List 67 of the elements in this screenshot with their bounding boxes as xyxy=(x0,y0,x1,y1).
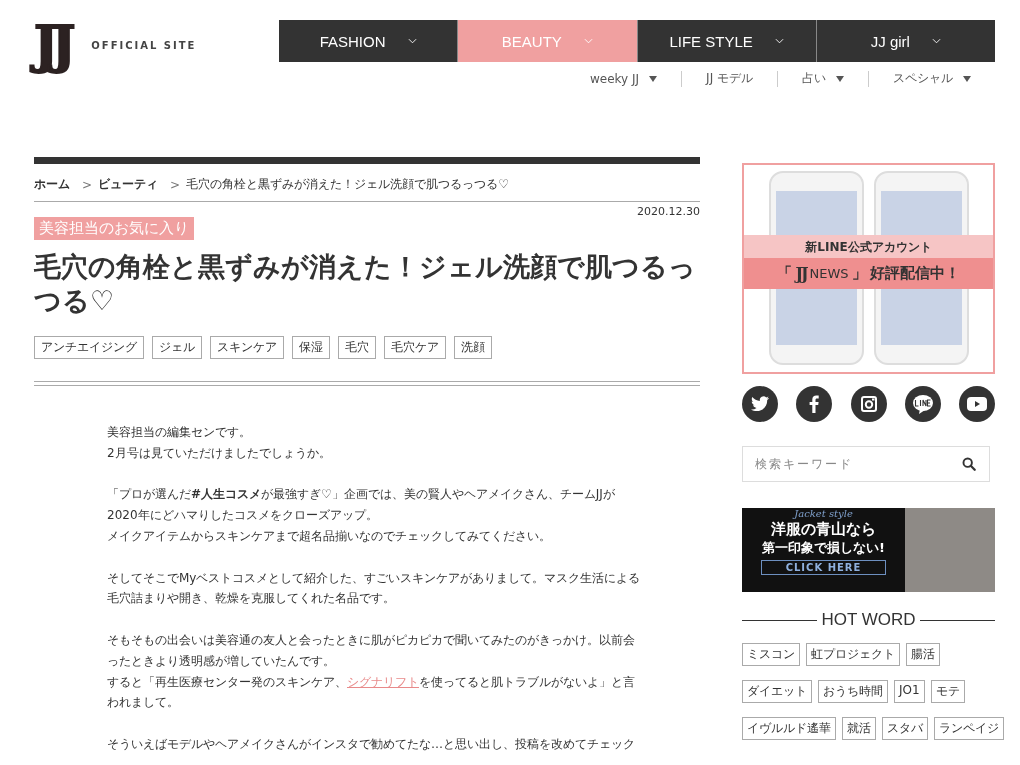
body-text: そもそもの出会いは美容通の友人と会ったときに肌がピカピカで聞いてみたのがきっかけ。以前会ったときより透明感が増していたんです。 xyxy=(107,631,636,670)
body-text: 「プロが選んだ#人生コスメが最強すぎ♡」企画では、美の賢人やヘアメイクさん、チームJJが2020年にどハマりしたコスメをクローズアップ。 xyxy=(107,486,616,525)
twitter-icon[interactable] xyxy=(742,386,778,422)
hot-word-tag[interactable]: おうち時間 xyxy=(818,680,888,703)
breadcrumb-current: 毛穴の角栓と黒ずみが消えた！ジェル洗顔で肌つるっつる♡ xyxy=(186,176,509,193)
hot-word-tag[interactable]: ランペイジ xyxy=(934,717,1004,740)
line-news-banner[interactable]: 新LINE公式アカウント 「 JJ NEWS 」 好評配信中！ xyxy=(742,163,995,374)
hot-word-tag[interactable]: イヴルルド遙華 xyxy=(742,717,836,740)
dropdown-triangle-icon xyxy=(836,75,844,82)
subnav-link[interactable]: 占い xyxy=(778,70,868,87)
tag-link[interactable]: 保湿 xyxy=(292,336,330,359)
ad-banner[interactable]: Jacket style 洋服の青山なら 第一印象で損しない! CLICK HERE xyxy=(742,508,995,592)
tag-link[interactable]: スキンケア xyxy=(210,336,284,359)
breadcrumb-separator: > xyxy=(82,177,93,192)
tag-link[interactable]: ジェル xyxy=(152,336,202,359)
chevron-down-icon xyxy=(407,38,417,44)
article-date: 2020.12.30 xyxy=(636,205,700,218)
hot-word-tag[interactable]: 就活 xyxy=(842,717,876,740)
tag-link[interactable]: 毛穴 xyxy=(338,336,376,359)
search-icon[interactable] xyxy=(962,457,976,471)
body-text: そういえばモデルやヘアメイクさんがインスタで勧めてたな…と思い出し、投稿を改めてチェック xyxy=(107,735,636,753)
breadcrumb-link[interactable]: ホーム xyxy=(34,176,70,193)
hot-word-tag[interactable]: ダイエット xyxy=(742,680,812,703)
search-field[interactable]: 検索キーワード xyxy=(742,446,990,482)
hot-word-tag[interactable]: 腸活 xyxy=(906,643,940,666)
body-text: すると「再生医療センター発のスキンケア、シグナリフト を使ってると肌トラブルがないよ」と言われまして。 xyxy=(107,673,636,712)
body-text: 美容担当の編集センです。 xyxy=(107,424,252,441)
breadcrumb-link[interactable]: ビューティ xyxy=(98,176,159,193)
banner-headline: 洋服の青山なら xyxy=(771,520,876,539)
tag-link[interactable]: 毛穴ケア xyxy=(384,336,446,359)
youtube-icon[interactable] xyxy=(959,386,995,422)
body-text: そしてそこでMyベストコスメとして紹介した、すごいスキンケアがありまして。マスク生活による毛穴詰まりや開き、乾燥を克服してくれた名品です。 xyxy=(107,569,642,608)
subnav-link[interactable]: JJ モデル xyxy=(682,70,777,87)
click-here-label: CLICK HERE xyxy=(760,560,887,575)
body-text: メイクアイテムからスキンケアまで超名品揃いなのでチェックしてみてください。 xyxy=(107,528,552,545)
hot-word-tag[interactable]: モテ xyxy=(930,680,965,703)
jj-logo: JJ xyxy=(795,264,807,283)
banner-script-text: Jacket style xyxy=(794,508,853,520)
hot-word-tag[interactable]: スタバ xyxy=(882,717,928,740)
nav-tab[interactable]: FASHION xyxy=(279,20,458,62)
tag-link[interactable]: 洗顔 xyxy=(454,336,492,359)
dropdown-triangle-icon xyxy=(963,75,971,82)
banner-message: 好評配信中！ xyxy=(869,264,960,283)
news-text: NEWS xyxy=(809,266,849,281)
dropdown-triangle-icon xyxy=(649,75,658,82)
article-title: 毛穴の角栓と黒ずみが消えた！ジェル洗顔で肌つるっつる♡ xyxy=(34,250,697,318)
instagram-icon[interactable] xyxy=(850,386,887,422)
hot-word-tag[interactable]: ミスコン xyxy=(742,643,800,666)
hot-word-tag[interactable]: 虹プロジェクト xyxy=(806,643,900,666)
nav-tab[interactable]: LIFE STYLE xyxy=(636,20,816,62)
banner-headline: 第一印象で損しない! xyxy=(762,539,885,557)
tag-link[interactable]: アンチエイジング xyxy=(34,336,144,359)
facebook-icon[interactable] xyxy=(796,386,833,422)
body-text: 2月号は見ていただけましたでしょうか。 xyxy=(107,444,332,462)
bracket-text: 」 xyxy=(851,264,867,283)
subnav-link[interactable]: weeky JJ xyxy=(566,71,682,86)
subnav-link[interactable]: スペシャル xyxy=(869,70,971,87)
chevron-down-icon xyxy=(931,38,941,44)
nav-tab[interactable]: JJ girl xyxy=(815,20,995,62)
chevron-down-icon xyxy=(583,38,593,44)
chevron-down-icon xyxy=(774,38,784,44)
bracket-text: 「 xyxy=(777,264,793,283)
official-site-label: OFFICIAL SITE xyxy=(91,39,197,51)
hot-word-tag[interactable]: JO1 xyxy=(894,680,925,703)
hot-word-heading: HOT WORD xyxy=(821,610,916,630)
breadcrumb-separator: > xyxy=(170,177,181,192)
banner-lead-text: 新LINE公式アカウント xyxy=(744,235,993,260)
